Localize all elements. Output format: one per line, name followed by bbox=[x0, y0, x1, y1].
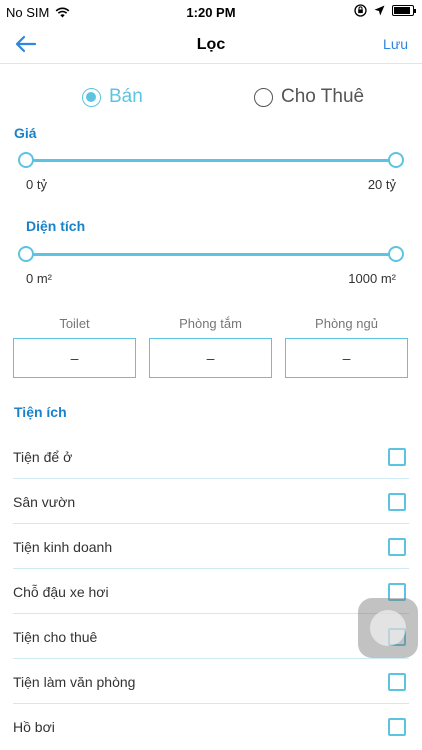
battery-icon bbox=[392, 5, 416, 16]
area-slider-track bbox=[26, 253, 396, 256]
amenity-row-garden[interactable]: Sân vườn bbox=[13, 479, 409, 524]
page-title: Lọc bbox=[196, 36, 226, 53]
bathroom-counter: Phòng tắm – bbox=[149, 316, 272, 378]
nav-bar: Lọc Lưu bbox=[0, 26, 422, 64]
amenity-label: Chỗ đậu xe hơi bbox=[13, 584, 109, 600]
amenity-label: Tiện cho thuê bbox=[13, 629, 98, 645]
amenity-row-pool[interactable]: Hồ bơi bbox=[13, 704, 409, 749]
amenity-row-parking[interactable]: Chỗ đậu xe hơi bbox=[13, 569, 409, 614]
bedroom-label: Phòng ngủ bbox=[315, 316, 378, 331]
radio-selected-icon bbox=[82, 87, 101, 107]
toilet-label: Toilet bbox=[59, 316, 90, 331]
amenity-row-residential[interactable]: Tiện để ở bbox=[13, 434, 409, 479]
save-button[interactable]: Lưu bbox=[383, 36, 408, 52]
radio-option-ban[interactable]: Bán bbox=[82, 86, 143, 108]
price-min-value: 0 tỷ bbox=[26, 177, 47, 192]
assistive-touch-button[interactable] bbox=[358, 598, 418, 658]
checkbox[interactable] bbox=[388, 538, 406, 556]
bathroom-label: Phòng tắm bbox=[179, 316, 242, 331]
amenity-row-rental[interactable]: Tiện cho thuê bbox=[13, 614, 409, 659]
amenity-label: Tiện để ở bbox=[13, 449, 73, 465]
bedroom-counter: Phòng ngủ – bbox=[285, 316, 408, 378]
location-arrow-icon bbox=[374, 5, 385, 16]
area-range-slider[interactable] bbox=[18, 245, 404, 263]
area-min-value: 0 m² bbox=[26, 271, 52, 286]
price-slider-max-handle[interactable] bbox=[388, 152, 404, 168]
price-range-slider[interactable] bbox=[18, 151, 404, 169]
amenity-label: Hồ bơi bbox=[13, 719, 55, 735]
status-right bbox=[354, 4, 416, 17]
amenity-row-office[interactable]: Tiện làm văn phòng bbox=[13, 659, 409, 704]
area-slider-max-handle[interactable] bbox=[388, 246, 404, 262]
price-max-value: 20 tỷ bbox=[367, 177, 396, 192]
status-bar: No SIM 1:20 PM bbox=[0, 0, 422, 26]
radio-option-cho-thue[interactable]: Cho Thuê bbox=[254, 86, 364, 108]
bedroom-input[interactable]: – bbox=[285, 338, 408, 378]
checkbox[interactable] bbox=[388, 448, 406, 466]
radio-label-cho-thue: Cho Thuê bbox=[281, 86, 365, 107]
price-slider-track bbox=[26, 159, 396, 162]
radio-unselected-icon bbox=[254, 87, 273, 107]
battery-fill bbox=[394, 7, 411, 14]
toilet-counter: Toilet – bbox=[13, 316, 136, 378]
price-slider-min-handle[interactable] bbox=[18, 152, 34, 168]
back-arrow-icon[interactable] bbox=[14, 32, 38, 56]
listing-type-selector: Bán Cho Thuê bbox=[0, 86, 422, 116]
assistive-touch-icon bbox=[370, 610, 406, 646]
orientation-lock-icon bbox=[354, 4, 367, 17]
checkbox[interactable] bbox=[388, 718, 406, 736]
toilet-input[interactable]: – bbox=[13, 338, 136, 378]
checkbox[interactable] bbox=[388, 493, 406, 511]
bathroom-input[interactable]: – bbox=[149, 338, 272, 378]
amenity-label: Tiện làm văn phòng bbox=[13, 674, 136, 690]
amenities-title: Tiện ích bbox=[14, 404, 67, 420]
amenity-label: Sân vườn bbox=[13, 494, 76, 510]
amenity-row-business[interactable]: Tiện kinh doanh bbox=[13, 524, 409, 569]
amenity-list: Tiện để ở Sân vườn Tiện kinh doanh Chỗ đ… bbox=[13, 434, 409, 749]
checkbox[interactable] bbox=[388, 673, 406, 691]
area-slider-min-handle[interactable] bbox=[18, 246, 34, 262]
area-label: Diện tích bbox=[26, 218, 86, 234]
radio-label-ban: Bán bbox=[109, 86, 143, 107]
price-label: Giá bbox=[14, 125, 37, 141]
area-max-value: 1000 m² bbox=[348, 271, 396, 286]
amenity-label: Tiện kinh doanh bbox=[13, 539, 113, 555]
